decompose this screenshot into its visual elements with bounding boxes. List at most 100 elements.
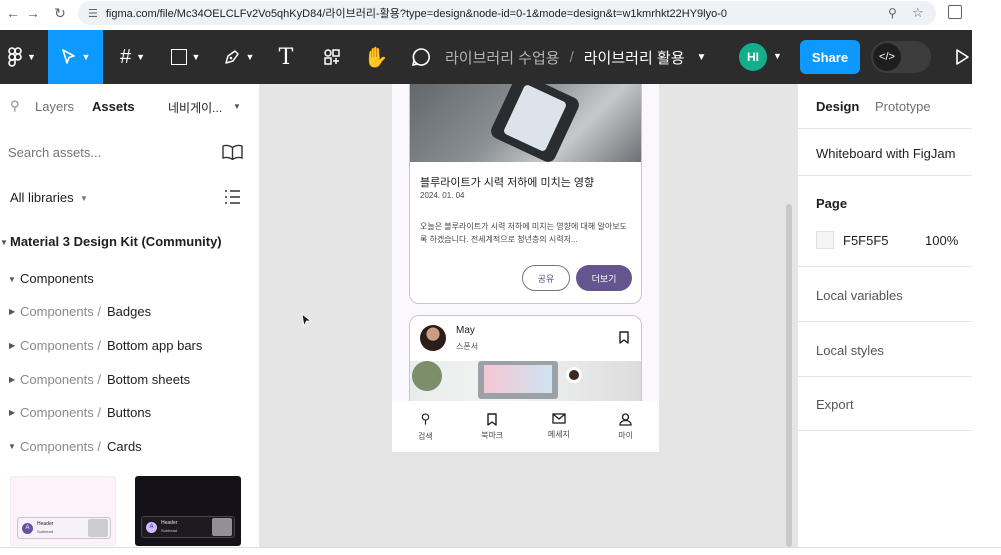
address-bar[interactable]: ☰ figma.com/file/Mc34OELCLFv2Vo5qhKyD84/…	[78, 1, 936, 25]
browser-toolbar: ← → ↻ ☰ figma.com/file/Mc34OELCLFv2Vo5qh…	[0, 0, 1001, 26]
reload-icon: ↻	[54, 4, 66, 21]
bookmark-icon[interactable]	[619, 331, 629, 344]
cup-shape	[566, 367, 582, 383]
library-name[interactable]: Material 3 Design Kit (Community)	[10, 234, 222, 249]
group-name: Badges	[107, 304, 152, 319]
article-card[interactable]: 블루라이트가 시력 저하에 미치는 영향 2024. 01. 04 오늘은 블루…	[409, 84, 642, 304]
chevron-down-icon[interactable]: ▼	[697, 52, 707, 63]
article-image	[410, 84, 641, 165]
chevron-down-icon[interactable]: ▼	[773, 51, 782, 61]
window-bottom-edge	[0, 547, 1001, 555]
person-icon	[619, 412, 632, 426]
tab-assets[interactable]: Assets	[92, 99, 135, 114]
forward-button[interactable]: →	[20, 0, 46, 26]
media-placeholder-icon	[88, 519, 108, 537]
nav-item-message[interactable]: 메세지	[534, 413, 584, 440]
page-color-input[interactable]: F5F5F5	[843, 233, 889, 248]
whiteboard-with-figjam-button[interactable]: Whiteboard with FigJam	[816, 146, 955, 161]
comment-tool-button[interactable]	[405, 30, 437, 84]
component-group-badges[interactable]: ▶ Components / Badges	[0, 304, 259, 324]
tab-layers[interactable]: Layers	[35, 99, 74, 114]
reload-button[interactable]: ↻	[47, 0, 73, 26]
component-group-bottom-sheets[interactable]: ▶ Components / Bottom sheets	[0, 372, 259, 392]
figma-toolbar: ▼ ▼ # ▼ ▼ ▼ T ✋ 라이브러리 수업용 / 라이브러리 활용 ▼ H…	[0, 30, 972, 84]
media-placeholder-icon	[212, 518, 232, 536]
group-name: Buttons	[107, 405, 152, 420]
nav-item-search[interactable]: ⚲ 검색	[400, 411, 450, 442]
page-dropdown[interactable]: 네비게이...	[168, 99, 222, 116]
present-button[interactable]	[952, 30, 972, 84]
component-thumbnail-card-light[interactable]: A Header Subhead	[10, 476, 116, 546]
tab-prototype[interactable]: Prototype	[875, 99, 931, 114]
local-styles-section[interactable]: Local styles	[798, 321, 973, 376]
file-breadcrumb[interactable]: 라이브러리 수업용 / 라이브러리 활용 ▼	[445, 30, 706, 84]
arrow-left-icon: ←	[6, 5, 20, 21]
nav-item-my[interactable]: 마이	[601, 412, 651, 441]
article-date: 2024. 01. 04	[420, 191, 465, 200]
shape-tool-button[interactable]: ▼	[163, 30, 208, 84]
text-icon: T	[278, 44, 294, 70]
search-input[interactable]	[8, 142, 208, 162]
bookmark-star-icon[interactable]: ☆	[912, 5, 924, 21]
extensions-icon[interactable]	[948, 5, 962, 19]
caret-down-icon[interactable]: ▼	[8, 275, 16, 284]
mobile-frame[interactable]: 블루라이트가 시력 저하에 미치는 영향 2024. 01. 04 오늘은 블루…	[392, 84, 659, 452]
component-thumbnail-card-dark[interactable]: A Header Subhead	[135, 476, 241, 546]
project-name[interactable]: 라이브러리 수업용	[445, 47, 560, 68]
chevron-down-icon[interactable]: ▼	[233, 102, 241, 111]
page-color-swatch[interactable]	[816, 231, 834, 249]
move-tool-button[interactable]: ▼	[48, 30, 103, 84]
site-settings-icon[interactable]: ☰	[88, 7, 98, 20]
share-button[interactable]: Share	[800, 40, 860, 74]
text-tool-button[interactable]: T	[270, 30, 302, 84]
laptop-screen-shape	[484, 365, 552, 393]
nav-label: 검색	[418, 432, 433, 441]
canvas-scrollbar[interactable]	[786, 204, 792, 547]
chevron-down-icon[interactable]: ▼	[80, 194, 88, 203]
page-opacity-input[interactable]: 100%	[925, 233, 958, 248]
chevron-down-icon: ▼	[191, 52, 201, 62]
component-group-cards[interactable]: ▼ Components / Cards	[0, 439, 259, 459]
laptop-shape	[478, 361, 558, 399]
libraries-filter[interactable]: All libraries	[10, 190, 74, 205]
local-variables-section[interactable]: Local variables	[798, 266, 973, 321]
zoom-icon[interactable]: ⚲	[888, 6, 897, 20]
resources-icon	[324, 49, 340, 65]
code-icon: </>	[873, 43, 901, 71]
thumbnail-header: Header	[37, 521, 54, 527]
thumbnail-header-row: A Header Subhead	[17, 517, 111, 539]
component-group-bottom-app-bars[interactable]: ▶ Components / Bottom app bars	[0, 338, 259, 358]
nav-label: 마이	[618, 430, 633, 440]
frame-tool-button[interactable]: # ▼	[110, 30, 155, 84]
list-view-icon[interactable]	[225, 190, 240, 204]
resources-button[interactable]	[316, 30, 348, 84]
whiteboard-section: Whiteboard with FigJam	[798, 128, 973, 175]
caret-right-icon: ▶	[9, 408, 16, 417]
breadcrumb-separator: /	[569, 48, 574, 66]
avatar	[420, 325, 446, 351]
tab-design[interactable]: Design	[816, 99, 859, 114]
figma-logo-icon	[8, 47, 22, 67]
avatar[interactable]: HI	[739, 43, 767, 71]
cursor-icon	[61, 49, 75, 64]
search-icon[interactable]: ⚲	[10, 98, 20, 114]
comment-icon	[411, 48, 430, 67]
share-chip-button[interactable]: 공유	[522, 265, 570, 291]
pen-tool-button[interactable]: ▼	[216, 30, 261, 84]
caret-down-icon[interactable]: ▼	[0, 238, 8, 247]
main-menu-button[interactable]: ▼	[0, 30, 44, 84]
group-name: Bottom sheets	[107, 372, 191, 387]
components-group[interactable]: Components	[20, 271, 94, 286]
export-section[interactable]: Export	[798, 376, 973, 431]
nav-item-bookmark[interactable]: 북마크	[467, 412, 517, 441]
mouse-cursor-icon	[301, 313, 312, 327]
dev-mode-toggle[interactable]: </>	[871, 41, 931, 73]
design-canvas[interactable]: 블루라이트가 시력 저하에 미치는 영향 2024. 01. 04 오늘은 블루…	[260, 84, 797, 547]
component-group-buttons[interactable]: ▶ Components / Buttons	[0, 405, 259, 425]
nav-label: 메세지	[547, 430, 570, 439]
hand-tool-button[interactable]: ✋	[360, 30, 392, 84]
book-icon[interactable]	[222, 144, 243, 160]
more-button[interactable]: 더보기	[576, 265, 632, 291]
url-text: figma.com/file/Mc34OELCLFv2Vo5qhKyD84/라이…	[105, 8, 728, 20]
file-name[interactable]: 라이브러리 활용	[584, 47, 685, 68]
